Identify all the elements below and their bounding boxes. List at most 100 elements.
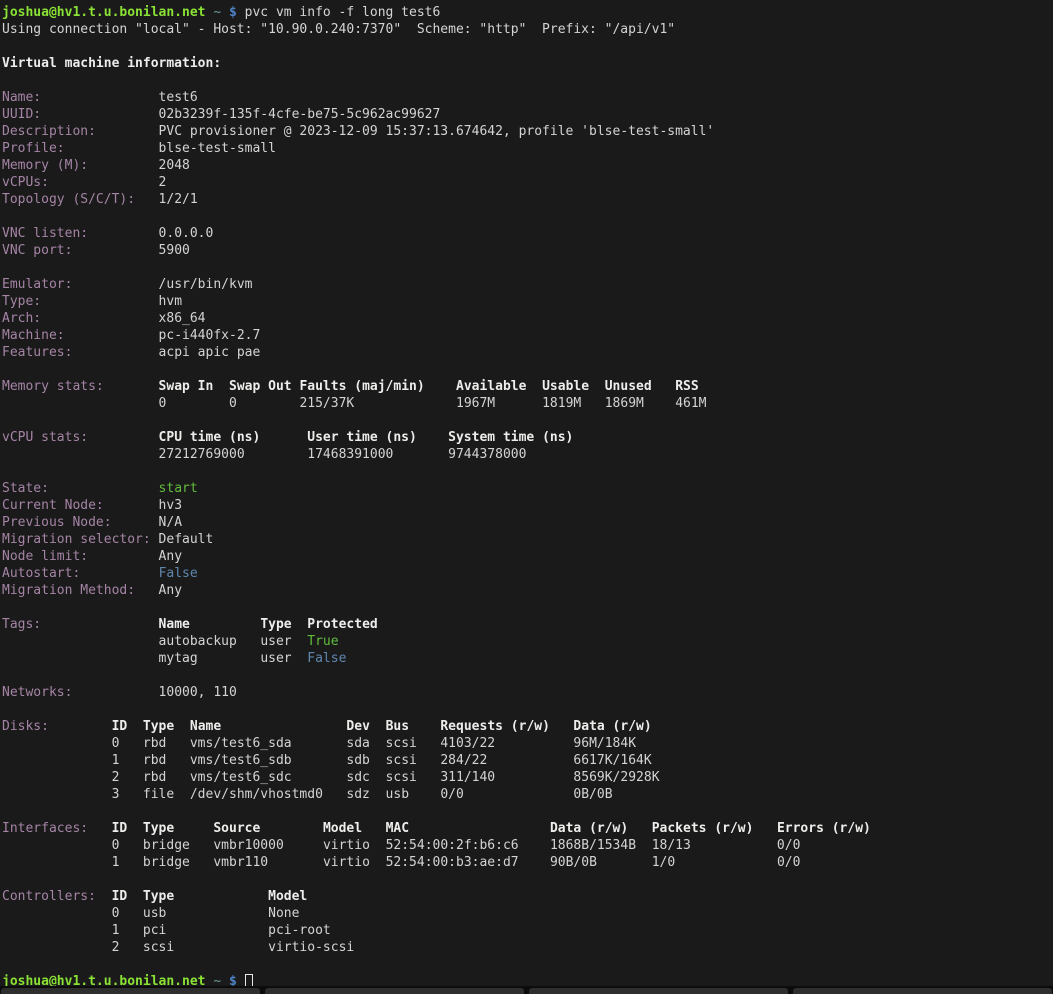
text-segment: acpi apic pae [159,345,261,360]
text-segment: 90B/0B [550,855,597,870]
text-segment: 1868B/1534B [550,838,636,853]
text-segment: 8569K/2928K [573,770,659,785]
row-emulator: Emulator: /usr/bin/kvm [2,276,1053,293]
blank-line [2,72,1053,89]
text-segment: usb [386,787,409,802]
disk-row: 2 rbd vms/test6_sdc sdc scsi 311/140 856… [2,769,1053,786]
text-segment: 6617K/164K [573,753,651,768]
text-segment: vCPU stats: [2,430,88,445]
disk-row: 1 rbd vms/test6_sdb sdb scsi 284/22 6617… [2,752,1053,769]
disks-header: Disks: ID Type Name Dev Bus Requests (r/… [2,718,1053,735]
disk-row: 3 file /dev/shm/vhostmd0 sdz usb 0/0 0B/… [2,786,1053,803]
row-migration-selector: Migration selector: Default [2,531,1053,548]
text-segment: user [260,634,291,649]
text-segment: 1 [112,855,120,870]
text-segment: Requests (r/w) [440,719,550,734]
text-segment: bridge [143,855,190,870]
text-segment: 1819M [542,396,581,411]
text-segment: vmbr10000 [213,838,283,853]
text-segment: 1/0 [652,855,675,870]
text-segment: False [159,566,198,581]
text-segment: Swap In [159,379,214,394]
text-segment: 215/37K [299,396,354,411]
window-tab[interactable] [793,988,1052,994]
text-segment: 2 [159,175,167,190]
row-migration-method: Migration Method: Any [2,582,1053,599]
controller-row: 2 scsi virtio-scsi [2,939,1053,956]
interfaces-header: Interfaces: ID Type Source Model MAC Dat… [2,820,1053,837]
text-segment: sda [346,736,369,751]
memory-stats-header: Memory stats: Swap In Swap Out Faults (m… [2,378,1053,395]
text-segment: Memory stats: [2,379,104,394]
row-description: Description: PVC provisioner @ 2023-12-0… [2,123,1053,140]
text-segment: virtio [323,838,370,853]
text-segment: Current Node: [2,498,104,513]
terminal-screen[interactable]: joshua@hv1.t.u.bonilan.net ~ $ pvc vm in… [0,0,1053,986]
vcpu-stats-header: vCPU stats: CPU time (ns) User time (ns)… [2,429,1053,446]
vm-state-value: start [159,481,198,496]
text-segment: Name [190,719,221,734]
text-segment: Profile: [2,141,65,156]
window-tab[interactable] [1,988,260,994]
blank-line [2,259,1053,276]
blank-line [2,871,1053,888]
row-networks: Networks: 10000, 110 [2,684,1053,701]
text-segment: scsi [386,770,417,785]
text-segment: Tags: [2,617,41,632]
text-segment: mytag [159,651,198,666]
text-segment: Using connection "local" - Host: "10.90.… [2,22,675,37]
text-segment: Protected [307,617,377,632]
text-segment: 2 [112,940,120,955]
text-segment: 27212769000 [159,447,245,462]
blank-line [2,208,1053,225]
prompt-user-host: joshua@hv1.t.u.bonilan.net [2,5,206,20]
text-segment: False [307,651,346,666]
blank-line [2,599,1053,616]
text-segment: 18/13 [652,838,691,853]
text-segment: vms/test6_sdb [190,753,292,768]
row-name: Name: test6 [2,89,1053,106]
blank-line [2,803,1053,820]
text-segment: 10000, 110 [159,685,237,700]
row-topology: Topology (S/C/T): 1/2/1 [2,191,1053,208]
controllers-header: Controllers: ID Type Model [2,888,1053,905]
window-tab[interactable] [529,988,788,994]
text-segment: True [307,634,338,649]
text-segment: Type: [2,294,41,309]
text-segment: Memory (M): [2,158,88,173]
text-segment: Any [159,549,182,564]
row-vnc-listen: VNC listen: 0.0.0.0 [2,225,1053,242]
text-segment: virtio [323,855,370,870]
text-segment: usb [143,906,166,921]
text-segment: bridge [143,838,190,853]
text-segment: Model [268,889,307,904]
text-segment: 2048 [159,158,190,173]
prompt-line: joshua@hv1.t.u.bonilan.net ~ $ pvc vm in… [2,4,1053,21]
text-segment: 2 [112,770,120,785]
text-segment: 0.0.0.0 [159,226,214,241]
text-segment: N/A [159,515,182,530]
text-segment: 0 [229,396,237,411]
row-node-limit: Node limit: Any [2,548,1053,565]
interface-row: 0 bridge vmbr10000 virtio 52:54:00:2f:b6… [2,837,1053,854]
text-segment: rbd [143,736,166,751]
text-segment: 0/0 [440,787,463,802]
tags-header: Tags: Name Type Protected [2,616,1053,633]
row-type: Type: hvm [2,293,1053,310]
text-segment: file [143,787,174,802]
prompt-symbol: $ [229,5,237,20]
window-tab[interactable] [265,988,524,994]
text-segment: 0 [112,838,120,853]
text-segment: virtio-scsi [268,940,354,955]
text-segment: 5900 [159,243,190,258]
command-text: pvc vm info -f long test6 [245,5,441,20]
text-segment: Migration selector: [2,532,151,547]
interface-row: 1 bridge vmbr110 virtio 52:54:00:b3:ae:d… [2,854,1053,871]
text-segment: Disks: [2,719,49,734]
tag-row: autobackup user True [2,633,1053,650]
blank-line [2,667,1053,684]
row-features: Features: acpi apic pae [2,344,1053,361]
text-segment: 0/0 [777,855,800,870]
text-segment: scsi [386,753,417,768]
text-segment: sdb [346,753,369,768]
